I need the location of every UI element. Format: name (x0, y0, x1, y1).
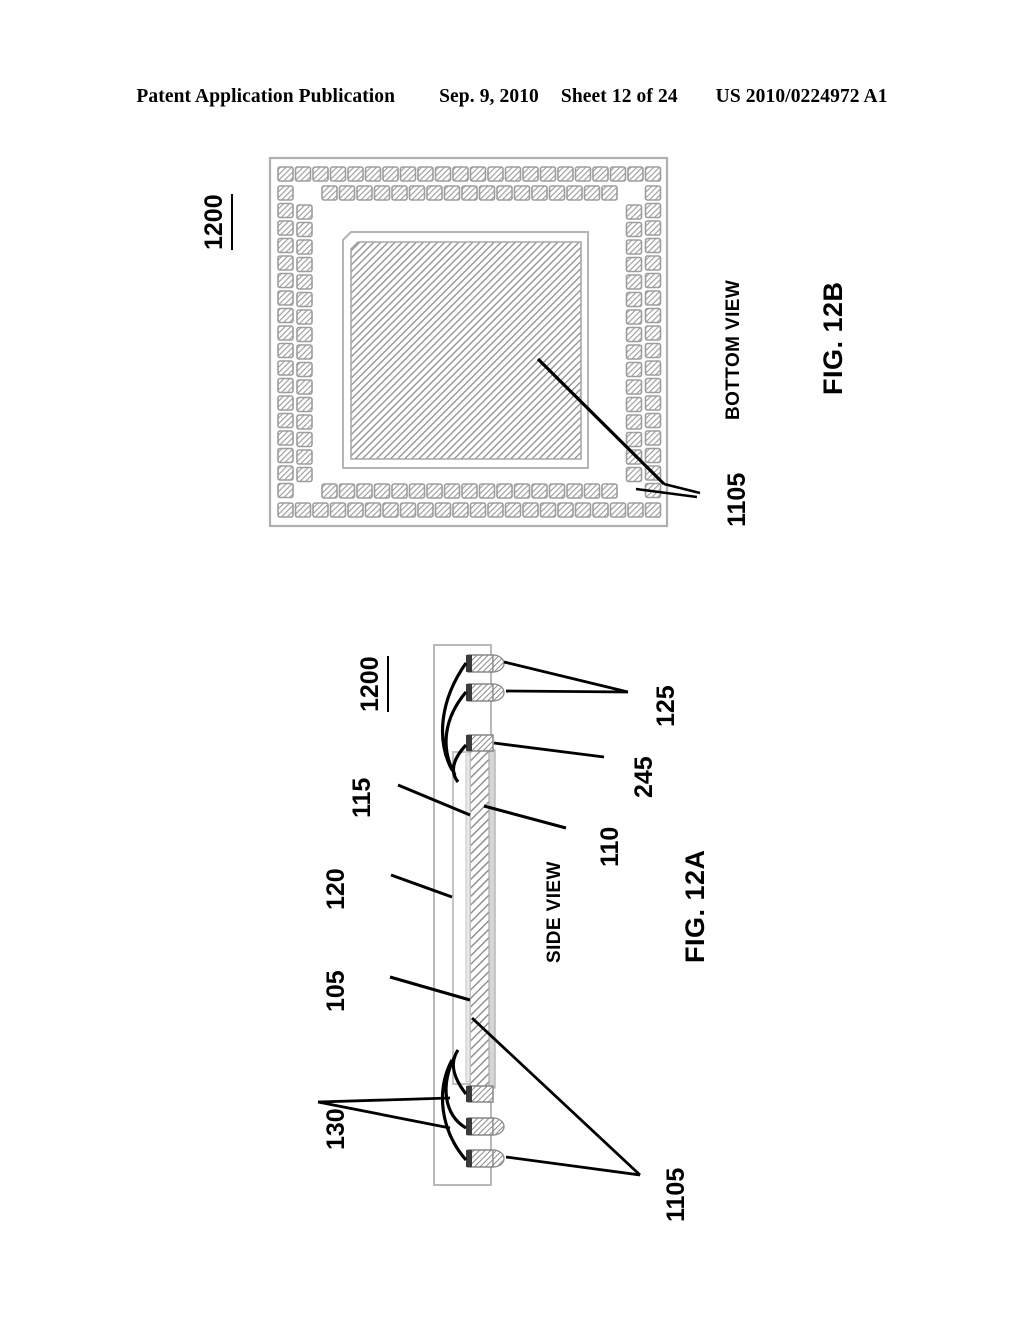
contact-pad-245-stud (466, 735, 472, 751)
contact-pad-245 (467, 734, 494, 752)
contact-pad-group-12a (466, 734, 494, 1103)
callout-130: 130 (322, 1108, 350, 1150)
callout-1105-12a: 1105 (662, 1167, 690, 1222)
solder-stud-d (466, 1150, 472, 1167)
leader-1105-join-12b (663, 482, 701, 495)
fig-12a-drawing (317, 644, 641, 1186)
substrate-edge-12a (488, 749, 496, 1089)
callout-125: 125 (652, 685, 680, 727)
header-sheet: Sheet 12 of 24 (560, 86, 678, 107)
callout-110: 110 (596, 826, 624, 867)
leader-125-a (503, 660, 629, 694)
solder-pad-1105-c (467, 1117, 494, 1136)
solder-pad-1105-b (467, 683, 494, 702)
die-outline-12b (342, 231, 589, 469)
view-label-12b: BOTTOM VIEW (723, 279, 744, 420)
page-header: Patent Application Publication Sep. 9, 2… (0, 86, 1024, 108)
leader-1105-b-12a (471, 1016, 641, 1177)
callout-115: 115 (348, 777, 376, 818)
solder-ball-125-b (492, 683, 505, 702)
figure-label-12a: FIG. 12A (680, 849, 710, 963)
callout-245: 245 (630, 756, 658, 798)
callout-1105-12b: 1105 (723, 472, 751, 527)
header-date: Sep. 9, 2010 (439, 86, 539, 107)
leader-125-b (505, 689, 629, 694)
assembly-ref-12b: 1200 (200, 194, 233, 250)
solder-ball-group-top-12a (466, 654, 505, 702)
leader-130-a (317, 1096, 451, 1104)
assembly-ref-12a: 1200 (356, 656, 389, 712)
solder-pad-array (277, 166, 662, 518)
contact-pad-lower (467, 1085, 494, 1103)
substrate-12a (469, 741, 493, 1095)
leader-110 (483, 804, 567, 830)
leader-105 (389, 975, 471, 1002)
callout-120: 120 (322, 868, 350, 910)
header-patent-number: US 2010/0224972 A1 (715, 86, 888, 107)
leader-115 (397, 783, 471, 817)
leader-1105-die-12b (536, 357, 666, 486)
callout-105: 105 (322, 970, 350, 1012)
solder-stud-c (466, 1118, 472, 1135)
view-label-12a: SIDE VIEW (544, 861, 565, 963)
patent-drawing-page: Patent Application Publication Sep. 9, 2… (0, 0, 1024, 1320)
solder-stud-b (466, 684, 472, 701)
fig-12b-drawing (268, 156, 701, 528)
solder-ball-1105-c (492, 1117, 505, 1136)
solder-stud-a (466, 655, 472, 672)
leader-245 (493, 741, 605, 759)
bond-wire-group-bottom-12a (440, 1049, 468, 1162)
solder-ball-group-bottom-12a (466, 1117, 505, 1168)
solder-pad-1105-d (467, 1149, 494, 1168)
leader-1105-a-12a (505, 1155, 641, 1177)
solder-pad-1105-a (467, 654, 494, 673)
contact-pad-lower-stud (466, 1086, 472, 1102)
figures-canvas (268, 156, 701, 1186)
die-body-12b (350, 241, 582, 460)
leader-1105-pad-12b (635, 487, 698, 499)
mold-body-outline-12a (433, 644, 492, 1186)
bond-wire-group-top-12a (440, 662, 468, 783)
solder-ball-125-a (492, 654, 505, 673)
header-publication: Patent Application Publication (136, 86, 396, 107)
figure-label-12b: FIG. 12B (818, 281, 848, 395)
leader-120 (390, 873, 453, 899)
die-12a (452, 751, 471, 1085)
solder-ball-1105-d (492, 1149, 505, 1168)
die-attach-12a (465, 753, 471, 1083)
package-outline-12b (268, 156, 669, 528)
